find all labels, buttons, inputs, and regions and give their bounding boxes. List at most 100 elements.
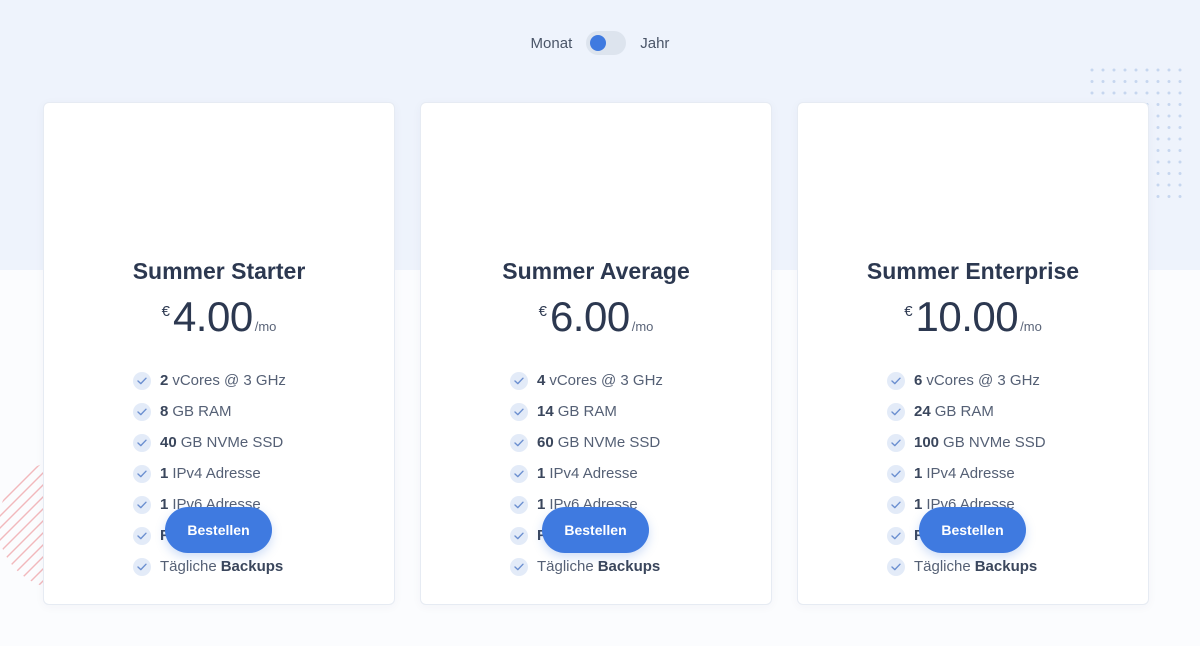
- decoration-dot: [1178, 160, 1182, 164]
- price-currency: €: [161, 303, 170, 320]
- feature-text: Tägliche: [537, 558, 594, 575]
- feature-text: GB NVMe SSD: [943, 434, 1046, 451]
- decoration-dot: [1178, 103, 1182, 106]
- check-icon: [133, 371, 151, 390]
- decoration-dot: [1167, 149, 1171, 152]
- feature-text: GB RAM: [934, 403, 994, 420]
- check-icon: [887, 433, 905, 452]
- check-icon: [510, 464, 528, 483]
- decoration-dot: [1156, 149, 1160, 152]
- billing-yearly-label[interactable]: Jahr: [640, 35, 669, 52]
- decoration-dot: [1178, 195, 1182, 198]
- decoration-dot: [1178, 149, 1182, 152]
- check-icon: [510, 495, 528, 514]
- feature-highlight: 40: [160, 434, 177, 451]
- price-amount: 10.00: [915, 293, 1019, 340]
- feature-highlight: 1: [160, 465, 169, 482]
- check-icon: [133, 526, 151, 545]
- feature-highlight: Backups: [974, 558, 1038, 575]
- decoration-dot: [1123, 80, 1127, 83]
- switch-knob: [590, 35, 607, 51]
- decoration-dot: [1167, 160, 1171, 164]
- plan-title: Summer Average: [502, 258, 690, 284]
- decoration-dot: [1134, 91, 1138, 95]
- check-icon: [887, 464, 905, 483]
- decoration-dot: [1156, 183, 1160, 187]
- feature-item: 60 GB NVMe SSD: [510, 427, 663, 458]
- decoration-dot: [1112, 68, 1116, 72]
- feature-text: IPv4 Adresse: [549, 465, 638, 482]
- decoration-dot: [1090, 80, 1094, 83]
- feature-text: IPv4 Adresse: [926, 465, 1015, 482]
- decoration-dot: [1156, 195, 1160, 198]
- feature-highlight: 1: [914, 465, 923, 482]
- decoration-dot: [1156, 160, 1160, 164]
- feature-highlight: 100: [914, 434, 940, 451]
- order-button[interactable]: Bestellen: [165, 507, 272, 553]
- decoration-dot: [1156, 172, 1160, 175]
- check-icon: [133, 402, 151, 421]
- decoration-dot: [1167, 91, 1171, 95]
- decoration-dot: [1134, 80, 1138, 83]
- decoration-dot: [1178, 68, 1182, 72]
- decoration-dot: [1123, 91, 1127, 95]
- check-icon: [510, 557, 528, 576]
- decoration-dot: [1167, 80, 1171, 83]
- pricing-card-1: Summer Starter € 4.00 /mo 2 vCores @ 3 GH…: [43, 102, 395, 605]
- plan-title: Summer Starter: [132, 258, 306, 284]
- decoration-dot: [1156, 126, 1160, 129]
- feature-item: 100 GB NVMe SSD: [887, 427, 1046, 458]
- feature-highlight: 1: [160, 496, 169, 513]
- decoration-dot: [1101, 68, 1105, 72]
- feature-item: Tägliche Backups: [510, 551, 663, 582]
- feature-text: GB NVMe SSD: [180, 434, 284, 451]
- decoration-dot: [1178, 137, 1182, 141]
- decoration-dot: [1112, 80, 1116, 83]
- decoration-dot: [1134, 68, 1138, 72]
- price-currency: €: [904, 303, 913, 320]
- feature-item: 24 GB RAM: [887, 396, 1046, 427]
- price-period: /mo: [631, 319, 654, 334]
- feature-item: 2 vCores @ 3 GHz: [133, 365, 286, 396]
- order-button[interactable]: Bestellen: [919, 507, 1026, 553]
- billing-period-toggle-row: Monat Jahr: [0, 30, 1200, 56]
- decoration-dot: [1156, 80, 1160, 83]
- feature-text: Tägliche: [160, 558, 217, 575]
- feature-text: Tägliche: [914, 558, 971, 575]
- decoration-dot: [1178, 183, 1182, 187]
- decoration-dot: [1167, 195, 1171, 198]
- feature-highlight: 8: [160, 403, 169, 420]
- feature-highlight: 1: [914, 496, 923, 513]
- decoration-dot: [1178, 172, 1182, 175]
- check-icon: [133, 557, 151, 576]
- decoration-dot: [1156, 137, 1160, 141]
- price-period: /mo: [1020, 319, 1042, 334]
- striped-circle-decoration: [0, 461, 46, 589]
- feature-item: Tägliche Backups: [133, 551, 286, 582]
- decoration-dot: [1167, 137, 1171, 141]
- decoration-dot: [1145, 68, 1149, 72]
- pricing-card-2: Summer Average € 6.00 /mo 4 vCores @ 3 GH…: [420, 102, 772, 605]
- feature-highlight: 14: [537, 403, 554, 420]
- order-button[interactable]: Bestellen: [542, 507, 649, 553]
- feature-highlight: Backups: [220, 558, 284, 575]
- billing-period-switch[interactable]: [586, 31, 627, 55]
- decoration-dot: [1178, 114, 1182, 118]
- decoration-dot: [1090, 91, 1094, 95]
- check-icon: [887, 557, 905, 576]
- decoration-dot: [1156, 114, 1160, 118]
- pricing-card-3: Summer Enterprise € 10.00 /mo 6 vCores @ …: [797, 102, 1149, 605]
- billing-monthly-label[interactable]: Monat: [531, 35, 573, 52]
- decoration-dot: [1156, 91, 1160, 95]
- feature-text: vCores @ 3 GHz: [926, 372, 1040, 389]
- feature-highlight: 2: [160, 372, 169, 389]
- decoration-dot: [1112, 91, 1116, 95]
- feature-text: vCores @ 3 GHz: [172, 372, 286, 389]
- decoration-dot: [1178, 126, 1182, 129]
- check-icon: [887, 402, 905, 421]
- feature-item: 8 GB RAM: [133, 396, 286, 427]
- feature-item: 4 vCores @ 3 GHz: [510, 365, 663, 396]
- check-icon: [887, 371, 905, 390]
- decoration-dot: [1167, 172, 1171, 175]
- check-icon: [510, 526, 528, 545]
